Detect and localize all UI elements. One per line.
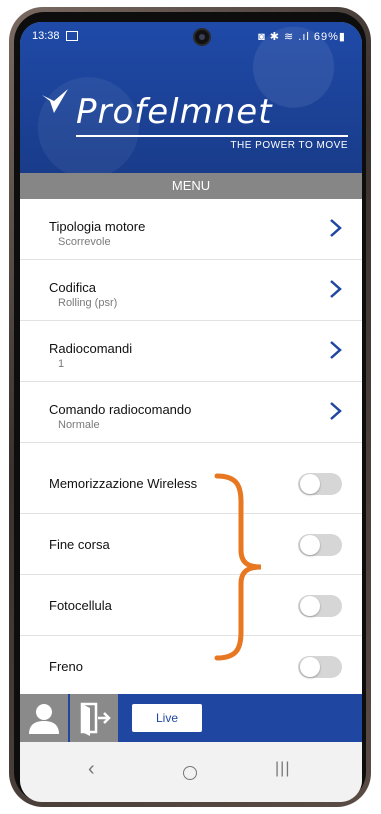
- status-indicators: ◙ ✱ ≋ .ıl 69%▮: [258, 31, 346, 43]
- menu-item-comando-radiocomando[interactable]: Comando radiocomando Normale: [20, 382, 362, 443]
- chevron-right-icon: [330, 402, 342, 420]
- chevron-right-icon: [330, 280, 342, 298]
- menu-item-label: Radiocomandi: [49, 341, 133, 356]
- exit-icon: [80, 702, 111, 736]
- toggle-row-fine-corsa: Fine corsa: [20, 514, 362, 575]
- user-icon: [29, 704, 59, 734]
- fotocellula-toggle[interactable]: [298, 595, 342, 617]
- brand-tagline: THE POWER TO MOVE: [230, 140, 348, 151]
- menu-item-radiocomandi[interactable]: Radiocomandi 1: [20, 321, 362, 382]
- gallery-icon: [66, 31, 78, 41]
- back-icon[interactable]: ‹: [88, 758, 95, 781]
- fine-corsa-toggle[interactable]: [298, 534, 342, 556]
- menu-item-value: 1: [58, 358, 65, 370]
- memorizzazione-wireless-toggle[interactable]: [298, 473, 342, 495]
- toggle-row-memorizzazione-wireless: Memorizzazione Wireless: [20, 453, 362, 514]
- camera-icon: [193, 28, 211, 46]
- toggle-knob: [300, 596, 320, 616]
- bottom-tab-bar: Live: [20, 694, 362, 742]
- live-button[interactable]: Live: [132, 704, 202, 732]
- recent-apps-icon[interactable]: |||: [275, 760, 290, 778]
- status-bar: 13:38 ◙ ✱ ≋ .ıl 69%▮: [20, 22, 362, 50]
- logo-swoosh-icon: [42, 89, 68, 113]
- orange-brace-annotation: [214, 473, 262, 661]
- toggle-label: Fine corsa: [49, 537, 110, 552]
- status-time: 13:38: [32, 30, 60, 42]
- freno-toggle[interactable]: [298, 656, 342, 678]
- menu-item-tipologia-motore[interactable]: Tipologia motore Scorrevole: [20, 199, 362, 260]
- app-header: 13:38 ◙ ✱ ≋ .ıl 69%▮ Profelmnet THE POWE…: [20, 22, 362, 173]
- menu-title: MENU: [20, 173, 362, 199]
- user-tab[interactable]: [20, 694, 68, 742]
- menu-item-label: Comando radiocomando: [49, 402, 192, 417]
- home-icon[interactable]: [183, 766, 197, 780]
- logo-underline: [76, 135, 348, 137]
- menu-item-value: Scorrevole: [58, 236, 111, 248]
- toggle-label: Fotocellula: [49, 598, 112, 613]
- menu-item-codifica[interactable]: Codifica Rolling (psr): [20, 260, 362, 321]
- menu-item-label: Tipologia motore: [49, 219, 146, 234]
- toggle-row-fotocellula: Fotocellula: [20, 575, 362, 636]
- exit-tab[interactable]: [70, 694, 118, 742]
- menu-item-label: Codifica: [49, 280, 96, 295]
- toggle-label: Freno: [49, 659, 83, 674]
- toggle-row-freno: Freno: [20, 636, 362, 696]
- toggle-knob: [300, 474, 320, 494]
- menu-item-value: Normale: [58, 419, 100, 431]
- chevron-right-icon: [330, 341, 342, 359]
- toggle-label: Memorizzazione Wireless: [49, 476, 198, 491]
- app-screen: 13:38 ◙ ✱ ≋ .ıl 69%▮ Profelmnet THE POWE…: [20, 22, 362, 802]
- chevron-right-icon: [330, 219, 342, 237]
- toggle-knob: [300, 535, 320, 555]
- brand-logo: Profelmnet: [76, 92, 273, 132]
- system-nav-bar: ‹ |||: [20, 742, 362, 802]
- menu-item-value: Rolling (psr): [58, 297, 118, 309]
- toggle-knob: [300, 657, 320, 677]
